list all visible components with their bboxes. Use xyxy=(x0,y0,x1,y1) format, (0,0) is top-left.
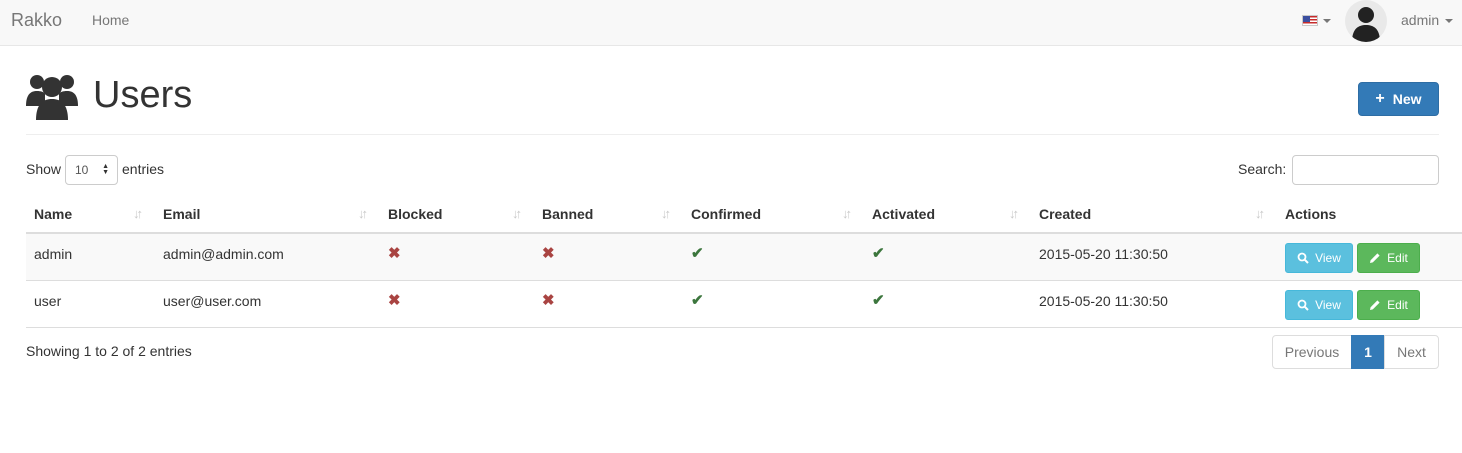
search-input[interactable] xyxy=(1292,155,1439,185)
sort-icon[interactable]: ↓↑ xyxy=(842,206,852,221)
view-button[interactable]: View xyxy=(1285,243,1353,273)
edit-button-label: Edit xyxy=(1387,298,1408,312)
cell-email: user@user.com xyxy=(163,293,262,309)
pencil-icon xyxy=(1370,300,1380,310)
search-icon xyxy=(1297,252,1309,264)
cross-icon: ✖ xyxy=(542,245,555,262)
edit-button[interactable]: Edit xyxy=(1357,243,1420,273)
user-menu-name[interactable]: admin xyxy=(1401,12,1439,28)
page-1-button[interactable]: 1 xyxy=(1351,335,1385,369)
user-menu-caret-icon[interactable] xyxy=(1445,19,1453,23)
column-header-banned[interactable]: Banned xyxy=(542,206,593,222)
language-caret-icon[interactable] xyxy=(1323,19,1331,23)
sort-icon[interactable]: ↓↑ xyxy=(1009,206,1019,221)
pencil-icon xyxy=(1370,253,1380,263)
column-header-activated[interactable]: Activated xyxy=(872,206,935,222)
column-header-confirmed[interactable]: Confirmed xyxy=(691,206,761,222)
new-button-label: New xyxy=(1392,91,1422,107)
check-icon: ✔ xyxy=(872,292,885,309)
check-icon: ✔ xyxy=(872,245,885,262)
column-header-name[interactable]: Name xyxy=(34,206,72,222)
cell-name: user xyxy=(34,293,62,309)
check-icon: ✔ xyxy=(691,292,704,309)
pagination: Previous 1 Next xyxy=(1272,335,1439,369)
table-row: user user@user.com ✖ ✖ ✔ ✔ 2015-05-20 11… xyxy=(26,281,1462,328)
edit-button-label: Edit xyxy=(1387,251,1408,265)
sort-icon[interactable]: ↓↑ xyxy=(512,206,522,221)
cell-email: admin@admin.com xyxy=(163,246,284,262)
sort-icon[interactable]: ↓↑ xyxy=(133,206,143,221)
column-header-email[interactable]: Email xyxy=(163,206,200,222)
edit-button[interactable]: Edit xyxy=(1357,290,1420,320)
cross-icon: ✖ xyxy=(388,245,401,262)
user-avatar-icon[interactable] xyxy=(1345,0,1387,42)
brand-link[interactable]: Rakko xyxy=(11,10,62,31)
view-button-label: View xyxy=(1315,298,1341,312)
column-header-created[interactable]: Created xyxy=(1039,206,1091,222)
page-title: Users xyxy=(93,74,193,116)
entries-length-value: 10 xyxy=(75,163,89,177)
column-header-blocked[interactable]: Blocked xyxy=(388,206,442,222)
entries-label: entries xyxy=(122,161,165,177)
view-button-label: View xyxy=(1315,251,1341,265)
next-page-button[interactable]: Next xyxy=(1384,335,1439,369)
users-icon xyxy=(26,75,78,120)
top-navbar: Rakko Home admin xyxy=(0,0,1462,46)
nav-home-link[interactable]: Home xyxy=(92,12,129,28)
table-row: admin admin@admin.com ✖ ✖ ✔ ✔ 2015-05-20… xyxy=(26,234,1462,281)
plus-icon: + xyxy=(1375,90,1385,107)
search-icon xyxy=(1297,299,1309,311)
show-label: Show xyxy=(26,161,62,177)
column-header-actions: Actions xyxy=(1285,206,1337,222)
sort-icon[interactable]: ↓↑ xyxy=(661,206,671,221)
us-flag-icon[interactable] xyxy=(1302,15,1318,26)
sort-icon[interactable]: ↓↑ xyxy=(358,206,368,221)
cross-icon: ✖ xyxy=(388,292,401,309)
entries-length-select[interactable]: 10 ▲ ▼ xyxy=(65,155,118,185)
cell-name: admin xyxy=(34,246,73,262)
cross-icon: ✖ xyxy=(542,292,555,309)
search-label: Search: xyxy=(1238,161,1287,177)
select-arrows-icon: ▲ ▼ xyxy=(102,163,109,176)
new-user-button[interactable]: + New xyxy=(1358,82,1439,116)
previous-page-button[interactable]: Previous xyxy=(1272,335,1352,369)
sort-icon[interactable]: ↓↑ xyxy=(1255,206,1265,221)
header-divider xyxy=(26,134,1439,135)
view-button[interactable]: View xyxy=(1285,290,1353,320)
cell-created: 2015-05-20 11:30:50 xyxy=(1039,293,1168,309)
table-info: Showing 1 to 2 of 2 entries xyxy=(26,343,192,359)
cell-created: 2015-05-20 11:30:50 xyxy=(1039,246,1168,262)
check-icon: ✔ xyxy=(691,245,704,262)
